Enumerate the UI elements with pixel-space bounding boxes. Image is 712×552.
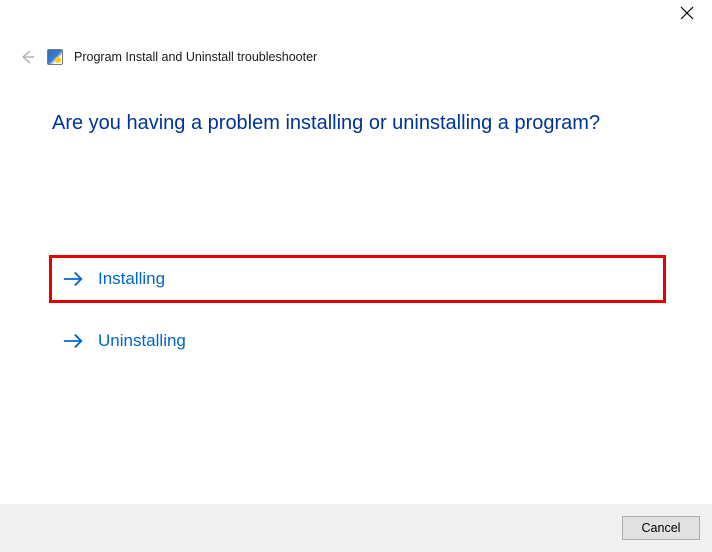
- options-list: Installing Uninstalling: [52, 255, 660, 365]
- troubleshooter-app-icon: [47, 49, 63, 65]
- wizard-header: Program Install and Uninstall troublesho…: [0, 30, 712, 66]
- wizard-title: Program Install and Uninstall troublesho…: [74, 50, 317, 64]
- wizard-footer: Cancel: [0, 504, 712, 552]
- back-button[interactable]: [18, 48, 36, 66]
- wizard-content: Are you having a problem installing or u…: [0, 66, 712, 504]
- cancel-button[interactable]: Cancel: [622, 516, 700, 540]
- arrow-right-icon: [62, 268, 84, 290]
- option-installing[interactable]: Installing: [49, 255, 666, 303]
- option-uninstalling[interactable]: Uninstalling: [52, 317, 660, 365]
- title-bar: [0, 0, 712, 30]
- close-button[interactable]: [680, 6, 698, 24]
- option-label: Uninstalling: [98, 331, 186, 351]
- question-heading: Are you having a problem installing or u…: [52, 112, 660, 135]
- arrow-right-icon: [62, 330, 84, 352]
- option-label: Installing: [98, 269, 165, 289]
